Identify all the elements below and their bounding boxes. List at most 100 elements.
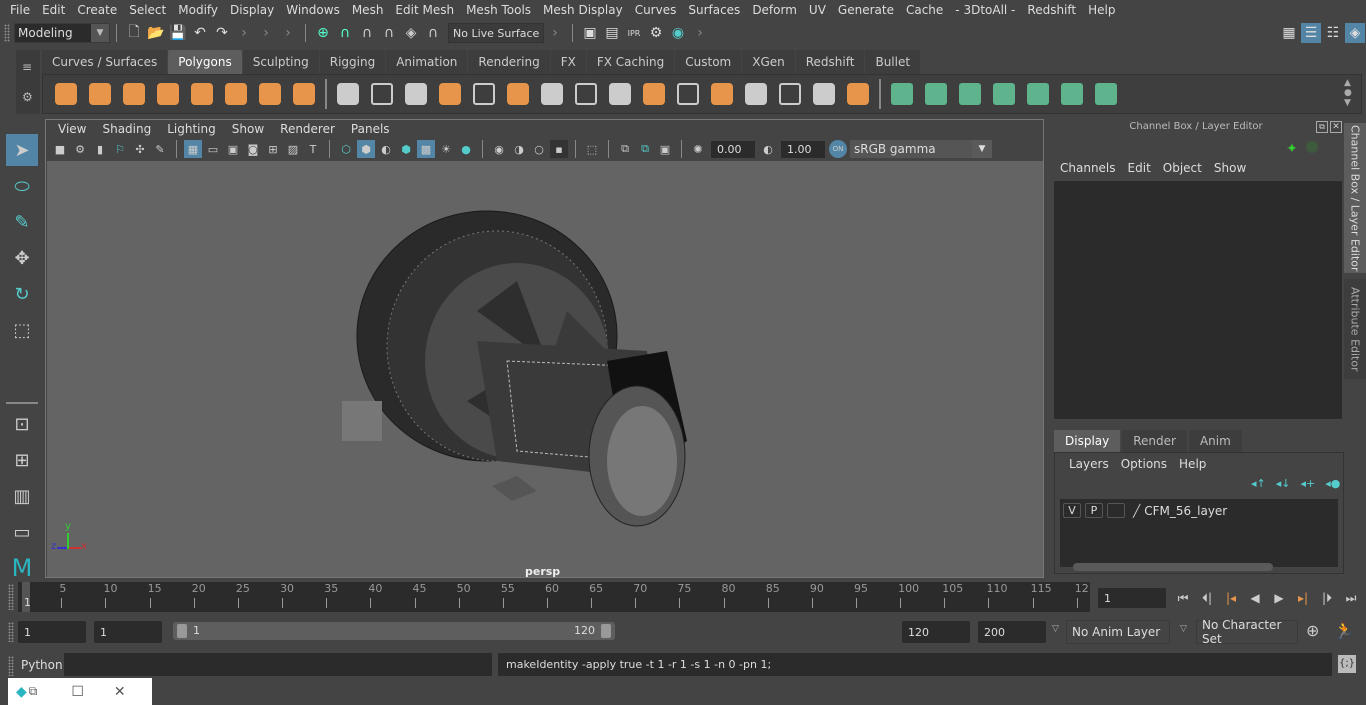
poly-cone-icon[interactable] [154,80,182,108]
menu-surfaces[interactable]: Surfaces [682,3,746,17]
anim-layer-menu-icon[interactable]: ▽ [1052,624,1059,634]
drag-handle[interactable] [8,656,14,676]
layer-menu-options[interactable]: Options [1115,457,1173,471]
render-settings-icon[interactable]: ⚙ [646,23,666,43]
scale-tool-icon[interactable]: ⬚ [6,314,38,346]
poly-torus-icon[interactable] [222,80,250,108]
shelf-scroll-icon[interactable]: ▲ ● ▼ [1344,78,1352,108]
exposure-field[interactable]: 0.00 [711,140,755,158]
film-gate-icon[interactable]: ▭ [204,140,222,158]
maximize-icon[interactable]: ☐ [71,684,84,700]
gate-mask-icon[interactable]: ◙ [244,140,262,158]
bevel-icon[interactable] [470,80,498,108]
gamma-field[interactable]: 1.00 [781,140,825,158]
layer-row[interactable]: V P ╱ CFM_56_layer [1060,499,1338,522]
poly-sphere-icon[interactable] [52,80,80,108]
color-space-dropdown[interactable]: sRGB gamma ▼ [850,140,992,158]
float-panel-icon[interactable]: ⧉ [1316,121,1328,133]
motion-blur-icon[interactable]: ◑ [510,140,528,158]
ipr-render-icon[interactable]: IPR [624,23,644,43]
move-layer-down-icon[interactable]: ◂↓ [1276,477,1291,490]
layer-color-swatch-icon[interactable]: ╱ [1133,504,1140,518]
modeling-toolkit-icon[interactable]: ☰ [1301,23,1321,43]
poly-cylinder-icon[interactable] [120,80,148,108]
menu-deform[interactable]: Deform [746,3,803,17]
insert-edge-loop-icon[interactable] [674,80,702,108]
manipulator-icon[interactable]: ✦ [1286,141,1298,157]
xray-active-icon[interactable]: ⧉ [636,140,654,158]
menu-edit-mesh[interactable]: Edit Mesh [389,3,460,17]
shelf-tab-fx[interactable]: FX [550,50,586,74]
channel-box-menu-object[interactable]: Object [1157,161,1208,175]
channel-box-menu-edit[interactable]: Edit [1122,161,1157,175]
play-backwards-icon[interactable]: ◀ [1244,588,1266,608]
menu-edit[interactable]: Edit [36,3,71,17]
bookmark-icon[interactable]: ▮ [91,140,109,158]
new-scene-icon[interactable]: 🗋 [124,23,144,43]
layer-menu-layers[interactable]: Layers [1063,457,1115,471]
offset-edge-loop-icon[interactable] [810,80,838,108]
animation-preferences-icon[interactable]: 🏃 [1334,621,1354,640]
character-set-dropdown[interactable]: No Character Set [1196,618,1298,646]
close-panel-icon[interactable]: ✕ [1330,121,1342,133]
step-forward-frame-icon[interactable]: |⏵ [1316,588,1338,608]
uv-automatic-icon[interactable] [990,80,1018,108]
xray-joints-icon[interactable]: ▣ [656,140,674,158]
shelf-tab-rigging[interactable]: Rigging [319,50,386,74]
menu-uv[interactable]: UV [803,3,832,17]
field-chart-icon[interactable]: ⊞ [264,140,282,158]
quad-draw-icon[interactable] [742,80,770,108]
menu-mesh-display[interactable]: Mesh Display [537,3,629,17]
menu-select[interactable]: Select [123,3,172,17]
range-slider[interactable]: 1 120 [173,622,615,640]
snap-grid-icon[interactable]: ⊕ [313,23,333,43]
drag-handle[interactable] [4,24,10,42]
fill-hole-icon[interactable] [572,80,600,108]
play-forwards-icon[interactable]: ▶ [1268,588,1290,608]
step-forward-key-icon[interactable]: ▸| [1292,588,1314,608]
command-language-toggle[interactable]: Python [21,658,63,672]
lasso-tool-icon[interactable]: ⬭ [6,170,38,202]
paint-select-tool-icon[interactable]: ✎ [6,206,38,238]
bridge-icon[interactable] [538,80,566,108]
snap-point-icon[interactable]: ∩ [357,23,377,43]
uv-editor-icon[interactable] [1058,80,1086,108]
safe-action-icon[interactable]: ▨ [284,140,302,158]
smooth-icon[interactable] [436,80,464,108]
move-tool-icon[interactable]: ✥ [6,242,38,274]
range-start-handle[interactable] [177,624,187,638]
anti-aliasing-icon[interactable]: ○ [530,140,548,158]
hypershade-icon[interactable]: ◉ [668,23,688,43]
save-scene-icon[interactable]: 💾 [168,23,188,43]
shelf-settings-icon[interactable]: ⚙ [22,90,33,104]
layer-tab-display[interactable]: Display [1054,430,1121,452]
combine-icon[interactable] [334,80,362,108]
merge-icon[interactable] [844,80,872,108]
persp-graph-layout-icon[interactable]: ▭ [6,516,38,548]
sign-in-icon[interactable]: ▦ [1279,23,1299,43]
layer-list-scrollbar[interactable] [1065,563,1335,571]
tab-attribute-editor[interactable]: Attribute Editor [1344,279,1366,379]
render-current-frame-icon[interactable]: ▤ [602,23,622,43]
character-set-menu-icon[interactable]: ▽ [1180,624,1187,634]
shelf-tab-fx-caching[interactable]: FX Caching [586,50,675,74]
playback-start-field[interactable]: 1 [94,621,162,643]
go-to-start-icon[interactable]: ⏮ [1172,588,1194,608]
menu-display[interactable]: Display [224,3,280,17]
go-to-end-icon[interactable]: ⏭ [1340,588,1362,608]
snap-together-icon[interactable]: ∩ [423,23,443,43]
channel-box-menu-channels[interactable]: Channels [1054,161,1122,175]
poly-plane-icon[interactable] [188,80,216,108]
layer-tab-render[interactable]: Render [1122,430,1187,452]
menu-help[interactable]: Help [1082,3,1121,17]
layer-name[interactable]: CFM_56_layer [1144,504,1227,518]
auto-key-icon[interactable]: ⊕ [1306,621,1319,640]
smooth-shade-icon[interactable]: ⬢ [357,140,375,158]
new-layer-icon[interactable]: ◂+ [1301,477,1316,490]
menu-curves[interactable]: Curves [629,3,683,17]
new-layer-from-selected-icon[interactable]: ◂● [1325,477,1340,490]
viewport-menu-lighting[interactable]: Lighting [159,122,224,136]
viewport-menu-renderer[interactable]: Renderer [272,122,343,136]
step-back-frame-icon[interactable]: ⏴| [1196,588,1218,608]
command-input[interactable] [64,653,492,676]
